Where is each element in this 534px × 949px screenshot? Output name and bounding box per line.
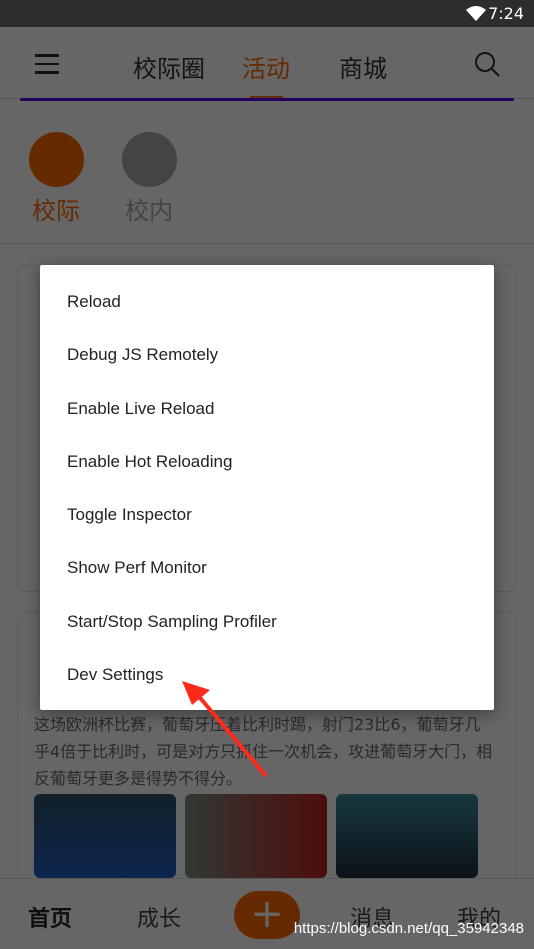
tab-mall[interactable]: 商城	[339, 49, 387, 84]
watermark: https://blog.csdn.net/qq_35942348	[293, 920, 524, 937]
menu-item-debug-js[interactable]: Debug JS Remotely	[40, 328, 494, 381]
category-intercollege[interactable]: 校际	[28, 132, 84, 226]
nav-growth[interactable]: 成长	[137, 901, 181, 933]
card-image[interactable]	[336, 794, 478, 878]
tab-campus-circle[interactable]: 校际圈	[133, 49, 205, 84]
grid-icon	[28, 132, 84, 187]
nav-home[interactable]: 首页	[28, 901, 72, 933]
dev-menu-dialog: Reload Debug JS Remotely Enable Live Rel…	[40, 265, 494, 710]
status-bar: 7:24	[0, 0, 534, 27]
divider	[0, 243, 534, 244]
add-button[interactable]: +	[234, 891, 300, 939]
bottom-nav: 首页 成长 + 消息 我的	[0, 878, 534, 949]
category-label: 校内	[125, 197, 173, 225]
wifi-icon	[466, 6, 486, 21]
card-description: 这场欧洲杯比赛，葡萄牙压着比利时踢，射门23比6，葡萄牙几乎4倍于比利时，可是对…	[34, 715, 493, 788]
menu-item-live-reload[interactable]: Enable Live Reload	[40, 382, 494, 435]
top-bar: 校际圈 活动 商城	[0, 27, 534, 99]
category-label: 校际	[32, 197, 80, 225]
category-oncampus[interactable]: 校内	[121, 132, 177, 226]
clock: 7:24	[488, 4, 524, 23]
tab-activity[interactable]: 活动	[242, 49, 290, 84]
menu-item-hot-reloading[interactable]: Enable Hot Reloading	[40, 435, 494, 488]
school-icon	[121, 132, 177, 187]
card-image[interactable]	[34, 794, 176, 878]
divider-line	[20, 98, 514, 101]
menu-item-toggle-inspector[interactable]: Toggle Inspector	[40, 488, 494, 541]
menu-item-dev-settings[interactable]: Dev Settings	[40, 648, 494, 701]
menu-item-reload[interactable]: Reload	[40, 275, 494, 328]
menu-item-perf-monitor[interactable]: Show Perf Monitor	[40, 541, 494, 594]
menu-icon[interactable]	[35, 54, 59, 80]
card-image[interactable]	[185, 794, 327, 878]
search-icon[interactable]	[474, 51, 500, 77]
menu-item-sampling-profiler[interactable]: Start/Stop Sampling Profiler	[40, 595, 494, 648]
